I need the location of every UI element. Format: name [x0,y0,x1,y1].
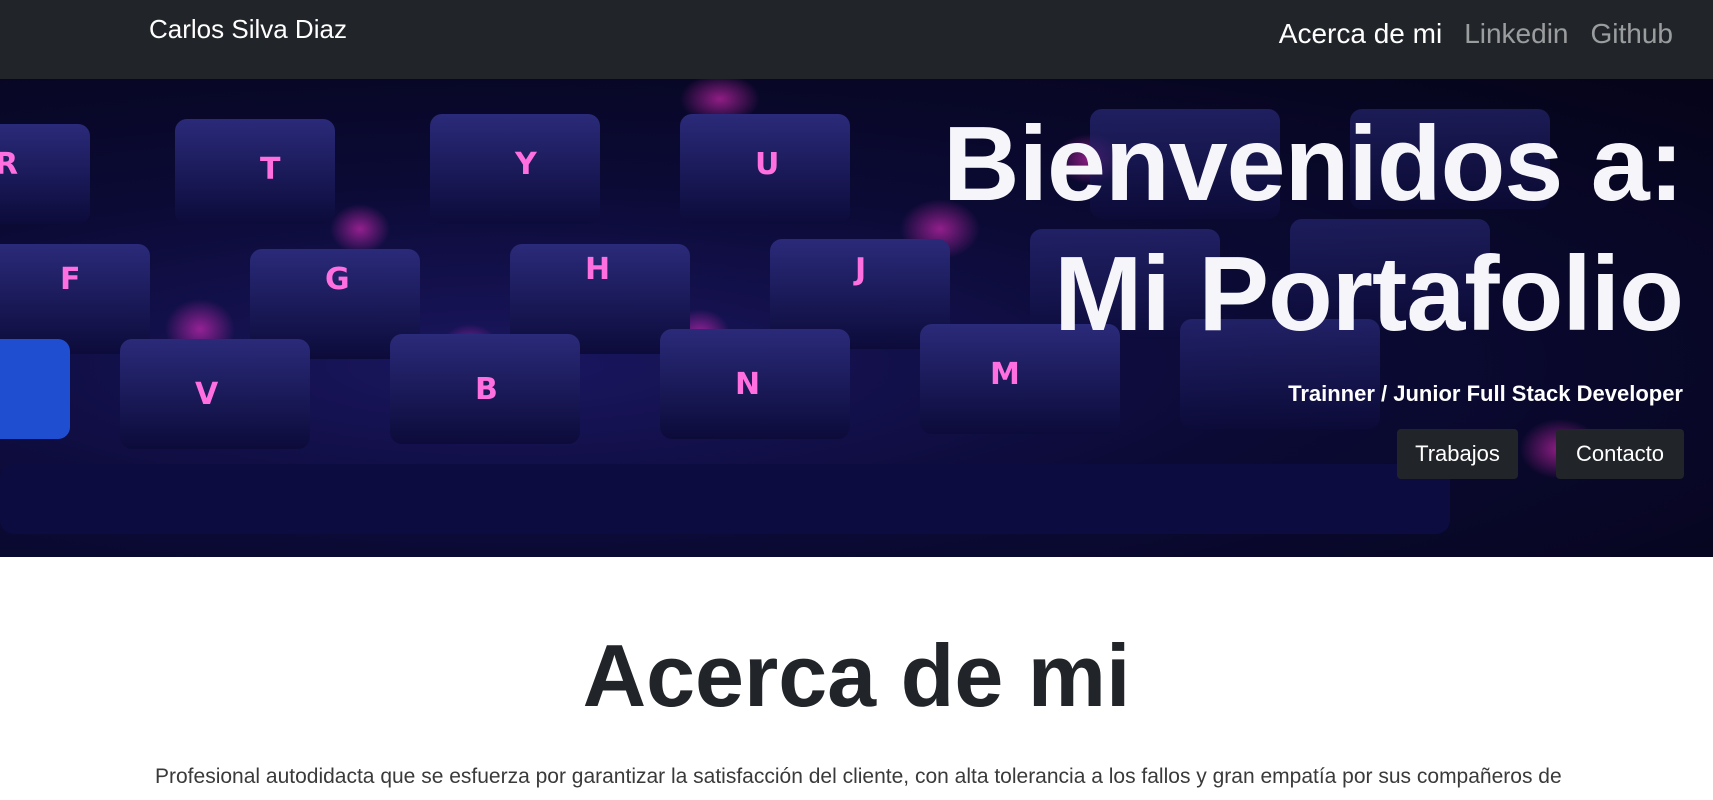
contacto-button[interactable]: Contacto [1556,429,1684,479]
nav-link-github[interactable]: Github [1591,18,1674,50]
svg-text:Y: Y [514,147,538,182]
svg-text:M: M [990,357,1020,392]
svg-text:J: J [853,252,866,287]
hero-subtitle: Trainner / Junior Full Stack Developer [1288,381,1683,406]
svg-text:U: U [755,147,779,182]
navbar: Carlos Silva Diaz Acerca de mi Linkedin … [0,0,1713,79]
svg-text:T: T [260,152,281,187]
hero-title-line1: Bienvenidos a: [943,105,1684,223]
trabajos-button[interactable]: Trabajos [1397,429,1518,479]
svg-text:R: R [0,147,18,182]
svg-text:B: B [475,372,498,407]
brand-link[interactable]: Carlos Silva Diaz [149,14,347,45]
nav-link-acerca[interactable]: Acerca de mi [1279,18,1442,50]
svg-text:V: V [195,377,219,412]
svg-text:G: G [325,262,350,297]
hero-section: T Y U F G H J V B N M R Bienvenidos a: M… [0,79,1713,557]
about-title: Acerca de mi [582,626,1131,725]
about-text: Profesional autodidacta que se esfuerza … [155,765,1562,788]
svg-text:H: H [585,252,610,287]
nav-links: Acerca de mi Linkedin Github [1279,18,1673,50]
svg-text:N: N [735,367,760,402]
hero-title-line2: Mi Portafolio [1054,235,1684,353]
nav-link-linkedin[interactable]: Linkedin [1464,18,1568,50]
svg-text:F: F [60,262,81,297]
hero-title: Bienvenidos a: Mi Portafolio [943,99,1684,359]
